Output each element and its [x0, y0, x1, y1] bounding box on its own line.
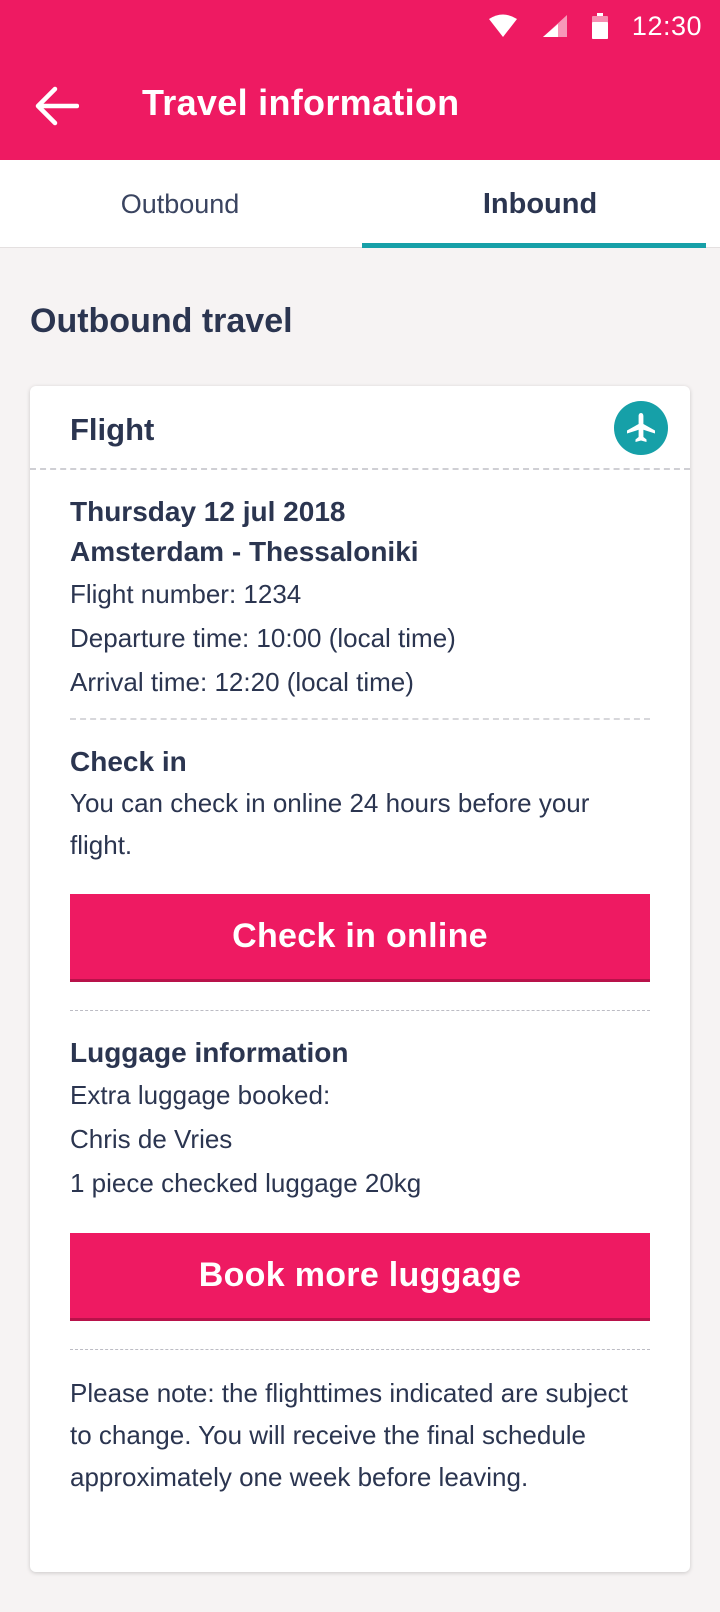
- tab-inbound[interactable]: Inbound: [360, 160, 720, 248]
- app-bar: 12:30 Travel information: [0, 0, 720, 160]
- arrow-left-icon: [33, 86, 79, 126]
- flight-date: Thursday 12 jul 2018: [70, 496, 346, 527]
- checkin-section: Check in You can check in online 24 hour…: [30, 742, 690, 1011]
- page-title: Travel information: [142, 82, 460, 123]
- luggage-section: Luggage information Extra luggage booked…: [30, 1033, 690, 1350]
- book-more-luggage-button[interactable]: Book more luggage: [70, 1233, 650, 1321]
- tab-bar: Outbound Inbound: [0, 160, 720, 248]
- check-in-online-button[interactable]: Check in online: [70, 894, 650, 982]
- back-button[interactable]: [26, 78, 86, 134]
- tab-outbound-label: Outbound: [120, 188, 240, 219]
- divider: [70, 1349, 650, 1350]
- status-bar: 12:30: [488, 6, 702, 46]
- battery-icon: [591, 13, 608, 39]
- signal-icon: [542, 14, 568, 38]
- luggage-line: Chris de Vries: [70, 1124, 233, 1154]
- tab-inbound-label: Inbound: [482, 187, 598, 220]
- departure-time: Departure time: 10:00 (local time): [70, 623, 456, 653]
- active-tab-indicator: [362, 243, 706, 248]
- card-title: Flight: [70, 412, 155, 447]
- luggage-line: 1 piece checked luggage 20kg: [70, 1168, 422, 1198]
- tab-outbound[interactable]: Outbound: [0, 160, 360, 248]
- plane-badge: [614, 401, 668, 455]
- flight-details: Thursday 12 jul 2018 Amsterdam - Thessal…: [30, 470, 690, 704]
- divider: [70, 718, 650, 720]
- arrival-time: Arrival time: 12:20 (local time): [70, 667, 414, 697]
- luggage-line: Extra luggage booked:: [70, 1080, 331, 1110]
- checkin-text: You can check in online 24 hours before …: [70, 788, 590, 860]
- plane-icon: [624, 411, 658, 445]
- note-section: Please note: the flighttimes indicated a…: [30, 1372, 690, 1498]
- luggage-heading: Luggage information: [70, 1037, 349, 1068]
- divider: [70, 1010, 650, 1011]
- checkin-heading: Check in: [70, 746, 187, 777]
- status-time: 12:30: [631, 10, 702, 41]
- section-title: Outbound travel: [30, 302, 293, 340]
- wifi-icon: [488, 14, 518, 38]
- schedule-note: Please note: the flighttimes indicated a…: [70, 1378, 628, 1492]
- flight-number: Flight number: 1234: [70, 579, 302, 609]
- flight-card: Flight Thursday 12 jul 2018 Amsterdam - …: [30, 386, 690, 1572]
- card-header: Flight: [30, 386, 690, 470]
- flight-route: Amsterdam - Thessaloniki: [70, 536, 419, 567]
